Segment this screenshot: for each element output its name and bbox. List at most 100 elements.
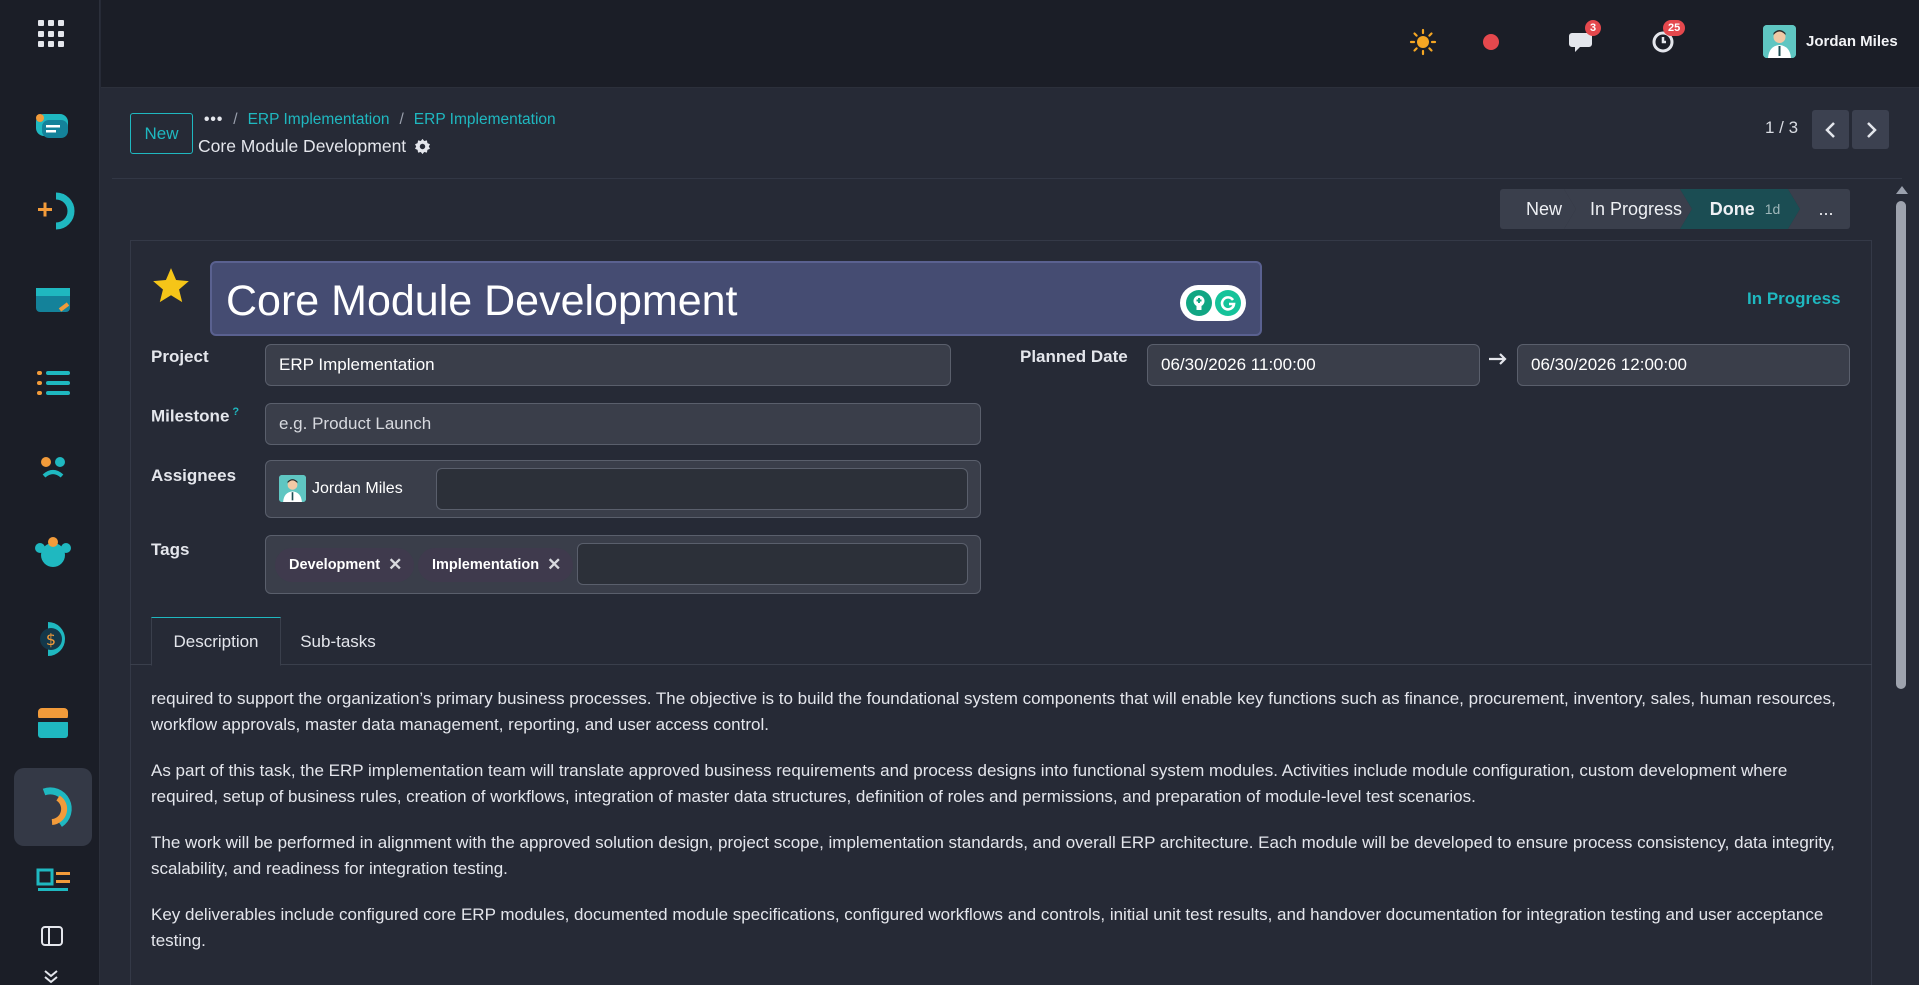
activities-badge: 25 [1663, 20, 1686, 36]
pager-value[interactable]: 1 / 3 [1765, 118, 1798, 138]
description-paragraph: Key deliverables include configured core… [151, 905, 1824, 950]
arrow-right-icon [1489, 353, 1507, 365]
list-app-icon [37, 371, 70, 395]
storage-app-icon [38, 708, 68, 738]
pager-next-button[interactable] [1852, 110, 1889, 149]
scrollbar-thumb[interactable] [1896, 201, 1906, 689]
user-name: Jordan Miles [1806, 33, 1898, 50]
lightbulb-icon [1185, 290, 1212, 316]
add-app-icon [38, 192, 75, 230]
stage-done[interactable]: Done 1d [1680, 189, 1800, 229]
contacts-app-icon [41, 457, 65, 478]
sidebar-app-finance[interactable]: $ [14, 600, 92, 678]
tags-label: Tags [151, 540, 190, 559]
sidebar-app-storage[interactable] [14, 684, 92, 762]
milestone-label: Milestone? [151, 406, 239, 427]
tags-field: Development ✕ Implementation ✕ [265, 535, 981, 594]
app-sidebar: $ [0, 0, 100, 985]
activities-button[interactable]: 25 [1647, 20, 1686, 58]
stage-label: New [1525, 198, 1562, 219]
planned-date-label: Planned Date [1020, 347, 1128, 366]
wallet-app-icon [36, 288, 70, 312]
project-app-icon [42, 787, 72, 827]
assignee-name: Jordan Miles [312, 479, 403, 497]
assignee-chip[interactable]: Jordan Miles [279, 475, 403, 502]
assignees-label: Assignees [151, 466, 237, 485]
svg-text:$: $ [46, 630, 56, 649]
pager-previous-button[interactable] [1812, 110, 1849, 149]
tags-input[interactable] [577, 543, 968, 585]
tag-chip[interactable]: Development ✕ [275, 548, 415, 582]
star-icon[interactable] [150, 265, 192, 307]
project-field[interactable]: ERP Implementation [265, 344, 951, 386]
sidebar-app-wallet[interactable] [14, 260, 92, 338]
stage-statusbar: New In Progress Done 1d ... [1500, 189, 1850, 229]
task-title-text: Core Module Development [226, 277, 738, 325]
sidebar-app-tasks[interactable] [14, 846, 92, 916]
tab-sub-tasks[interactable]: Sub-tasks [281, 617, 395, 666]
breadcrumb-collapsed-dots[interactable]: ••• [204, 111, 223, 129]
description-paragraph: required to support the organization’s p… [151, 689, 1836, 734]
gear-icon[interactable] [414, 138, 431, 155]
breadcrumb-separator: / [399, 111, 404, 128]
grammarly-icon [1214, 290, 1241, 316]
status-indicator[interactable] [1475, 26, 1507, 58]
sun-icon [1409, 28, 1437, 56]
tag-label: Development [289, 557, 381, 573]
milestone-help-tooltip[interactable]: ? [232, 406, 239, 418]
grammarly-widget[interactable] [1180, 285, 1246, 321]
description-editor[interactable]: required to support the organization’s p… [151, 686, 1851, 974]
notebook-tabs: Description Sub-tasks [130, 617, 1872, 666]
close-icon[interactable]: ✕ [547, 555, 561, 575]
stage-label: In Progress [1589, 198, 1683, 219]
new-button[interactable]: New [130, 113, 193, 154]
stage-new[interactable]: New [1500, 189, 1576, 229]
dollar-app-icon: $ [40, 622, 65, 656]
sidebar-app-lists[interactable] [14, 344, 92, 422]
apps-grid-icon[interactable] [38, 20, 66, 48]
milestone-label-text: Milestone [151, 406, 230, 426]
chevron-double-down-icon[interactable] [42, 970, 60, 984]
planned-date-end-field[interactable]: 06/30/2026 12:00:00 [1517, 344, 1850, 386]
record-title-row: Core Module Development [198, 136, 431, 157]
sidebar-app-discuss[interactable] [14, 88, 92, 166]
project-label: Project [151, 347, 209, 366]
stage-label: ... [1818, 198, 1834, 219]
stage-in-progress[interactable]: In Progress [1564, 189, 1692, 229]
avatar [1763, 25, 1796, 58]
avatar [279, 475, 306, 502]
breadcrumb: ••• / ERP Implementation / ERP Implement… [204, 111, 556, 129]
scroll-up-arrow[interactable] [1896, 186, 1908, 194]
team-app-icon [35, 537, 71, 567]
sidebar-app-team[interactable] [14, 514, 92, 592]
task-title-field[interactable]: Core Module Development [210, 261, 1262, 336]
milestone-field[interactable]: e.g. Product Launch [265, 403, 981, 445]
assignees-field: Jordan Miles [265, 460, 981, 518]
theme-toggle-button[interactable] [1407, 26, 1439, 58]
user-menu[interactable]: Jordan Miles [1763, 25, 1898, 58]
breadcrumb-separator: / [233, 111, 238, 128]
top-navbar: 3 25 Jordan Miles [101, 0, 1919, 88]
breadcrumb-link-project[interactable]: ERP Implementation [248, 111, 390, 129]
close-icon[interactable]: ✕ [388, 555, 402, 575]
messages-badge: 3 [1585, 20, 1602, 36]
stage-duration: 1d [1764, 201, 1781, 217]
stage-label: Done [1709, 198, 1755, 219]
tasks-app-icon [36, 868, 70, 891]
status-dot-icon [1483, 34, 1499, 50]
discuss-app-icon [36, 114, 68, 138]
tab-description[interactable]: Description [151, 617, 281, 666]
sidebar-app-add[interactable] [14, 172, 92, 250]
assignees-input[interactable] [436, 468, 968, 510]
breadcrumb-link-project-tasks[interactable]: ERP Implementation [414, 111, 556, 129]
record-title: Core Module Development [198, 136, 407, 156]
description-paragraph: As part of this task, the ERP implementa… [151, 761, 1788, 806]
messages-button[interactable]: 3 [1567, 20, 1602, 58]
planned-date-start-field[interactable]: 06/30/2026 11:00:00 [1147, 344, 1480, 386]
chevron-left-icon [1824, 121, 1835, 138]
sidebar-toggle-icon[interactable] [40, 925, 64, 947]
kanban-state-label[interactable]: In Progress [1747, 289, 1841, 309]
tag-chip[interactable]: Implementation ✕ [418, 548, 574, 582]
sidebar-app-contacts[interactable] [14, 428, 92, 506]
sidebar-app-project[interactable] [14, 768, 92, 846]
